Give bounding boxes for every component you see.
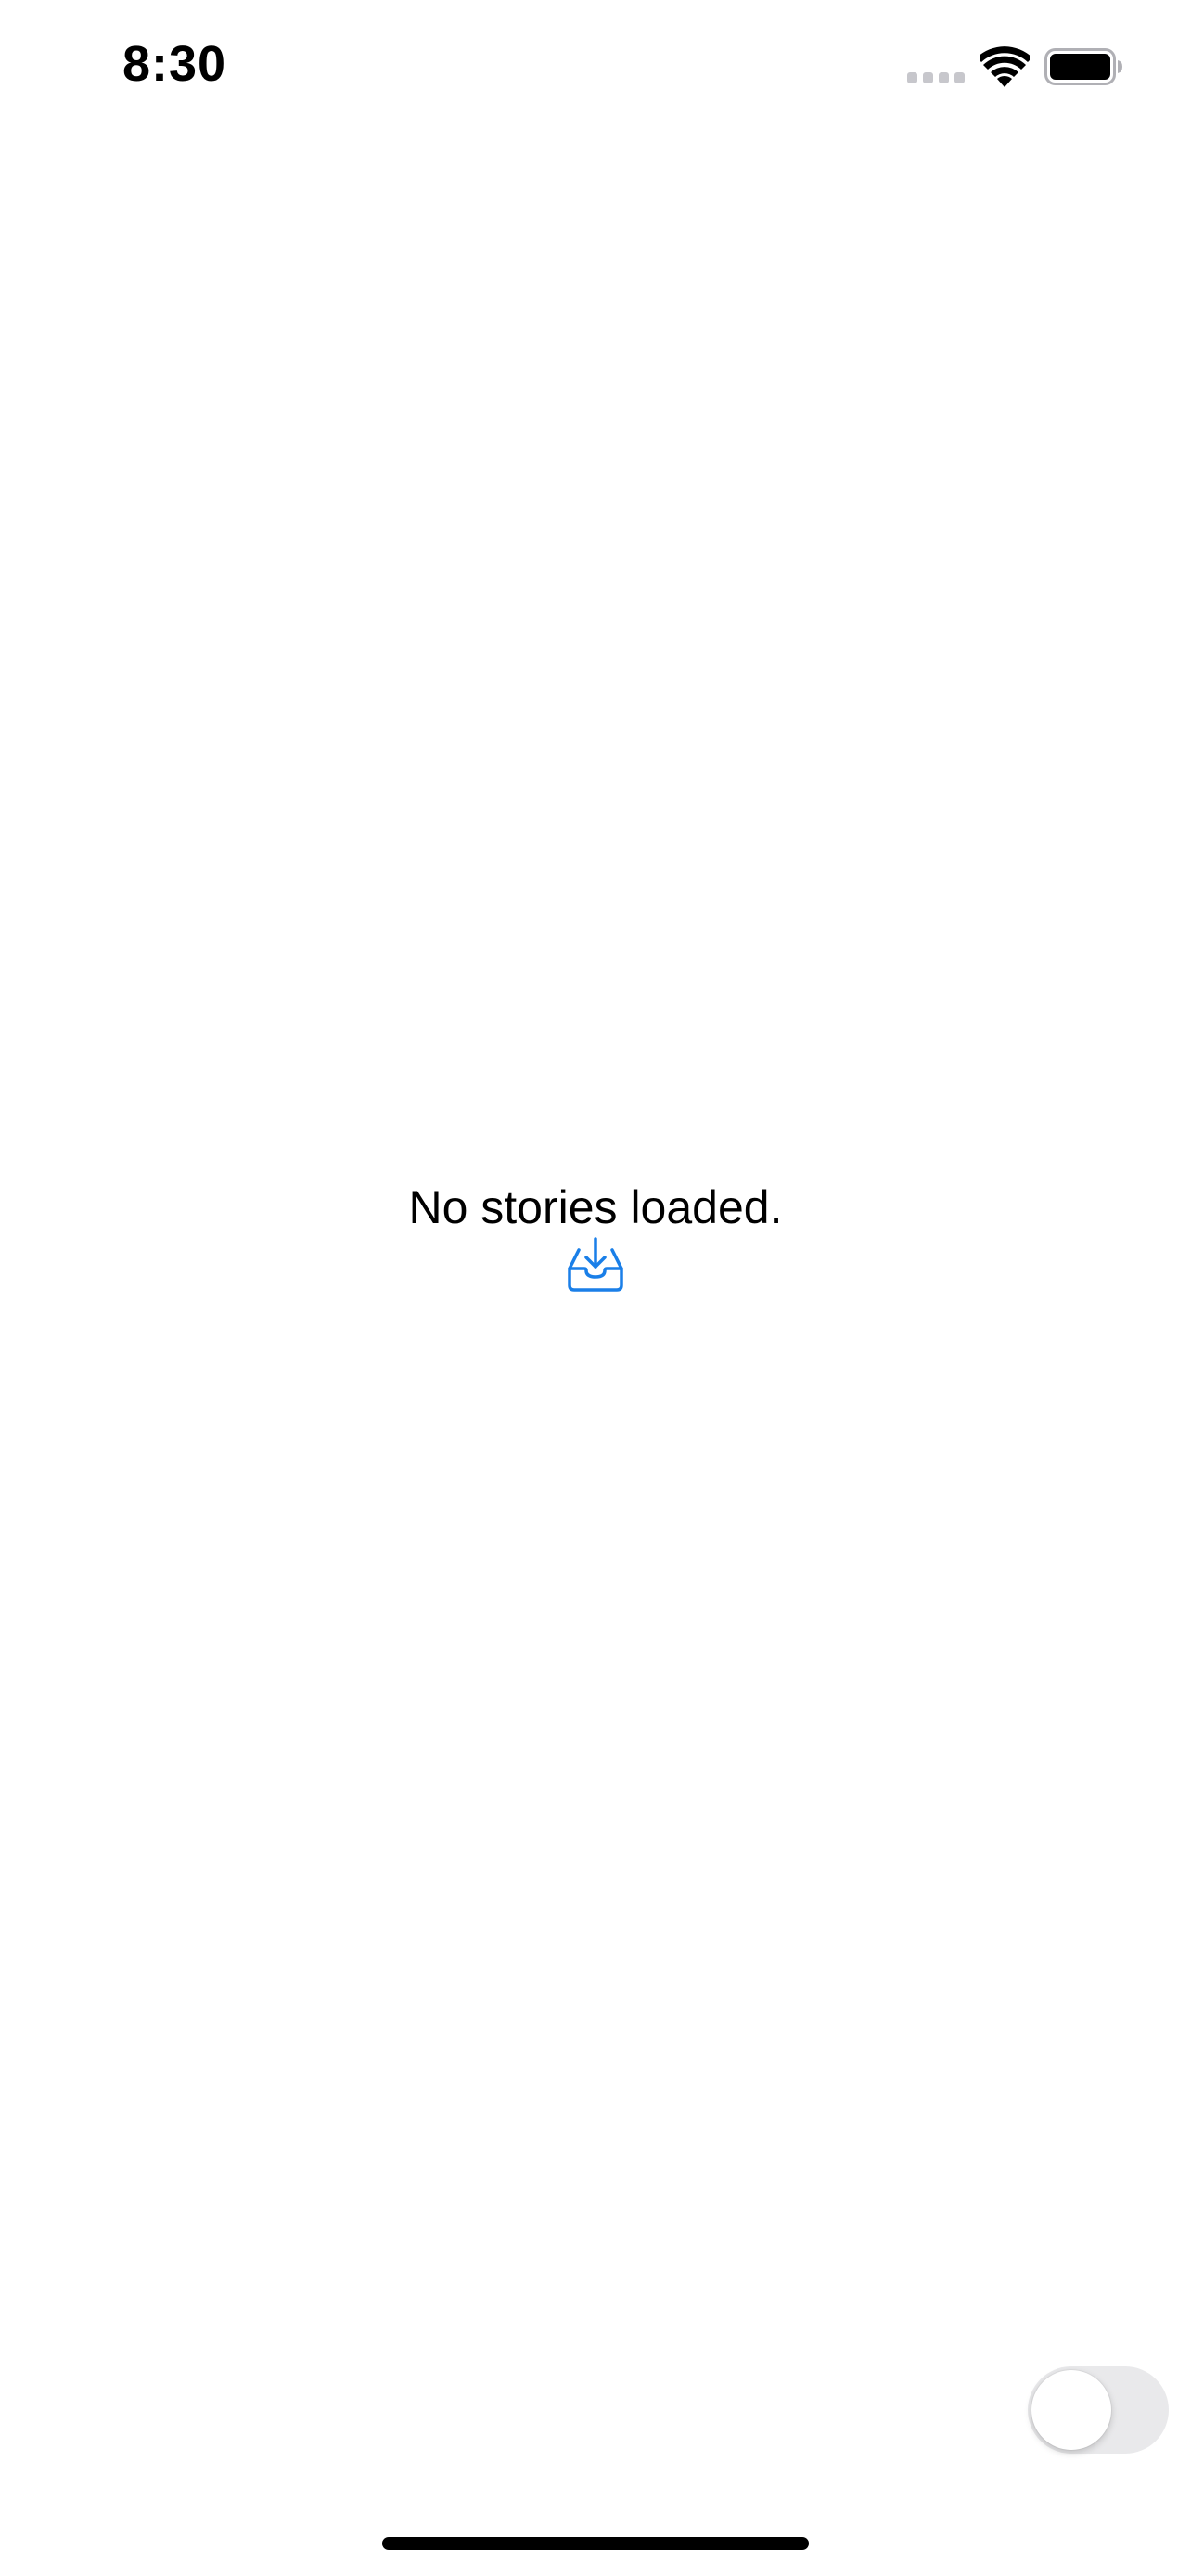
cellular-signal-icon bbox=[907, 72, 965, 83]
wifi-icon bbox=[980, 46, 1030, 87]
toggle-knob bbox=[1031, 2370, 1111, 2450]
empty-state: No stories loaded. bbox=[0, 1178, 1191, 1237]
home-indicator[interactable] bbox=[382, 2537, 809, 2550]
battery-icon bbox=[1044, 48, 1122, 85]
toggle-switch[interactable] bbox=[1028, 2366, 1169, 2454]
status-time: 8:30 bbox=[122, 36, 227, 92]
load-stories-button[interactable] bbox=[566, 1237, 625, 1293]
tray-download-icon bbox=[568, 1237, 623, 1292]
screen: 8:30 No stories loaded. bbox=[0, 0, 1191, 2576]
status-bar: 8:30 bbox=[0, 0, 1191, 139]
empty-state-message: No stories loaded. bbox=[408, 1181, 783, 1233]
